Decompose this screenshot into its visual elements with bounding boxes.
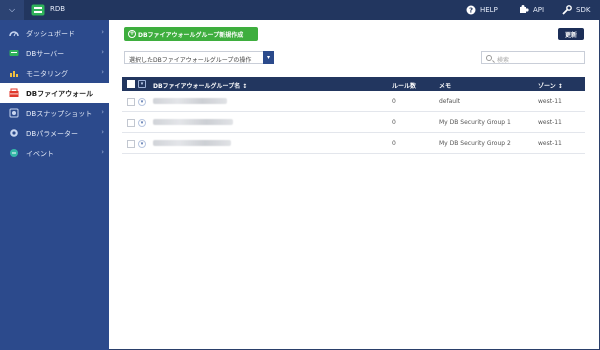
- sidebar-item-label: ダッシュボード: [26, 30, 75, 38]
- redacted-group-name: [153, 98, 227, 104]
- table-header: ▾ DBファイアウォールグループ名 ↕ ルール数 メモ ゾーン ↕: [122, 77, 585, 91]
- chevron-right-icon: ›: [101, 128, 104, 136]
- row-menu-toggle[interactable]: ▾: [138, 98, 146, 106]
- sidebar-item-label: DBスナップショット: [26, 110, 93, 118]
- column-header-name[interactable]: DBファイアウォールグループ名 ↕: [153, 81, 247, 90]
- sidebar-item-db-parameter[interactable]: DBパラメーター ›: [0, 123, 109, 143]
- dashboard-gauge-icon: [9, 31, 19, 37]
- row-menu-toggle[interactable]: ▾: [138, 119, 146, 127]
- sort-icon: ↕: [557, 83, 563, 90]
- refresh-button[interactable]: 更新: [558, 28, 584, 40]
- sdk-label: SDK: [576, 6, 591, 14]
- chevron-right-icon: ›: [101, 68, 104, 76]
- memo: default: [439, 98, 461, 105]
- svg-text:?: ?: [469, 7, 473, 15]
- table-row[interactable]: ▾ 0 My DB Security Group 1 west-11: [122, 112, 585, 133]
- rule-count: 0: [392, 140, 396, 147]
- chevron-down-icon: ▾: [263, 51, 274, 64]
- monitoring-chart-icon: [10, 71, 18, 77]
- bulk-action-select[interactable]: 選択したDBファイアウォールグループの操作 ▾: [124, 51, 274, 64]
- redacted-group-name: [153, 140, 231, 146]
- zone: west-11: [538, 119, 562, 126]
- api-label: API: [533, 6, 545, 14]
- create-button-label: DBファイアウォールグループ新規作成: [138, 31, 244, 39]
- sidebar-item-label: DBパラメーター: [26, 130, 78, 138]
- sidebar-item-label: DBサーバー: [26, 50, 65, 58]
- sidebar-item-label: DBファイアウォール: [26, 90, 94, 98]
- zone: west-11: [538, 140, 562, 147]
- create-firewall-group-button[interactable]: + DBファイアウォールグループ新規作成: [124, 27, 258, 41]
- column-header-zone[interactable]: ゾーン ↕: [538, 81, 563, 90]
- help-link[interactable]: ? HELP: [466, 0, 498, 20]
- sidebar: ダッシュボード › DBサーバー › モニタリング › DBファイアウォール D…: [0, 20, 109, 350]
- chevron-right-icon: ›: [101, 108, 104, 116]
- rule-count: 0: [392, 98, 396, 105]
- plus-icon: +: [128, 30, 136, 38]
- row-checkbox[interactable]: [127, 98, 135, 106]
- chevron-right-icon: ›: [101, 48, 104, 56]
- service-title: RDB: [50, 5, 66, 13]
- database-icon: [31, 4, 45, 16]
- zone: west-11: [538, 98, 562, 105]
- search-placeholder: 検索: [497, 57, 510, 64]
- redacted-group-name: [153, 119, 233, 125]
- rule-count: 0: [392, 119, 396, 126]
- sidebar-item-event[interactable]: イベント ›: [0, 143, 109, 163]
- sdk-link[interactable]: SDK: [562, 0, 590, 20]
- bulk-action-value: 選択したDBファイアウォールグループの操作: [129, 57, 252, 64]
- sidebar-item-db-server[interactable]: DBサーバー ›: [0, 43, 109, 63]
- column-header-rule-count[interactable]: ルール数: [392, 81, 416, 90]
- select-all-checkbox[interactable]: [127, 80, 135, 88]
- sidebar-item-db-snapshot[interactable]: DBスナップショット ›: [0, 103, 109, 123]
- chevron-right-icon: ›: [101, 148, 104, 156]
- sidebar-item-label: モニタリング: [26, 70, 68, 78]
- api-link[interactable]: API: [519, 0, 544, 20]
- help-icon: ?: [466, 5, 476, 15]
- select-all-dropdown[interactable]: ▾: [138, 80, 146, 88]
- row-checkbox[interactable]: [127, 140, 135, 148]
- memo: My DB Security Group 1: [439, 119, 511, 126]
- column-header-memo[interactable]: メモ: [439, 81, 451, 90]
- memo: My DB Security Group 2: [439, 140, 511, 147]
- search-icon: [486, 55, 492, 61]
- chevron-right-icon: ›: [101, 28, 104, 36]
- sidebar-item-monitoring[interactable]: モニタリング ›: [0, 63, 109, 83]
- row-checkbox[interactable]: [127, 119, 135, 127]
- event-icon: [10, 149, 18, 157]
- chevron-down-icon: ⌵: [8, 5, 16, 14]
- db-server-icon: [9, 50, 19, 56]
- puzzle-icon: [520, 5, 529, 13]
- top-bar: ⌵ RDB ? HELP API SDK: [0, 0, 600, 20]
- parameter-gear-icon: [10, 129, 18, 137]
- wrench-icon: [562, 5, 572, 15]
- help-label: HELP: [480, 6, 498, 14]
- sidebar-item-db-firewall[interactable]: DBファイアウォール: [0, 83, 109, 103]
- menu-collapse-button[interactable]: ⌵: [0, 0, 24, 20]
- row-menu-toggle[interactable]: ▾: [138, 140, 146, 148]
- table-row[interactable]: ▾ 0 default west-11: [122, 91, 585, 112]
- table-row[interactable]: ▾ 0 My DB Security Group 2 west-11: [122, 133, 585, 154]
- search-input[interactable]: 検索: [481, 51, 585, 64]
- sort-icon: ↕: [242, 83, 248, 90]
- sidebar-item-label: イベント: [26, 150, 54, 158]
- snapshot-icon: [9, 108, 19, 118]
- sidebar-item-dashboard[interactable]: ダッシュボード ›: [0, 23, 109, 43]
- firewall-icon: [9, 88, 19, 97]
